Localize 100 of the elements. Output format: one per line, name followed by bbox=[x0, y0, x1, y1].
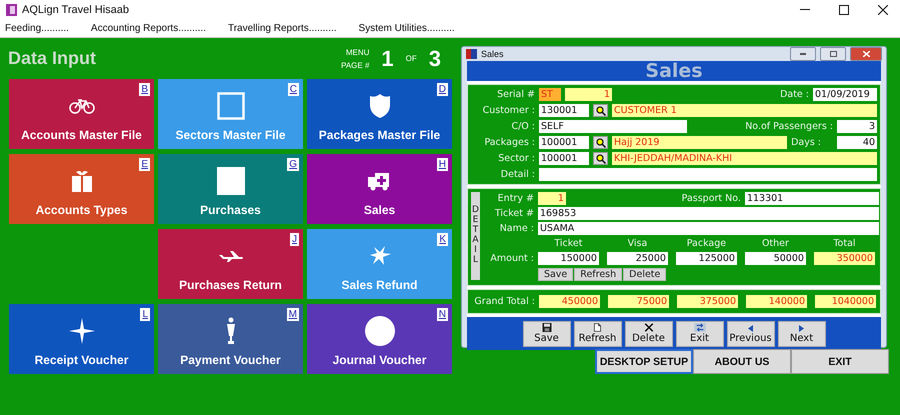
tile-label: Sales bbox=[364, 202, 396, 216]
input-field[interactable]: 40 bbox=[837, 136, 877, 149]
search-button[interactable] bbox=[593, 136, 608, 149]
menu-tile[interactable]: E Accounts Types bbox=[9, 154, 154, 224]
minimize-button[interactable] bbox=[790, 47, 816, 61]
page-label: PAGE # bbox=[341, 60, 370, 72]
toolbar-button[interactable]: Exit bbox=[676, 320, 724, 346]
tile-label: Journal Voucher bbox=[332, 352, 426, 366]
input-field[interactable]: 130001 bbox=[539, 104, 589, 117]
search-icon bbox=[596, 154, 606, 164]
form-heading: Sales bbox=[467, 61, 881, 81]
field-label: Date : bbox=[780, 89, 809, 100]
toolbar-button[interactable]: Refresh bbox=[574, 320, 622, 346]
column-header: Ticket bbox=[553, 238, 584, 249]
airplane-icon bbox=[218, 250, 244, 262]
menu-tile[interactable]: J Purchases Return bbox=[158, 229, 303, 299]
field-label: Customer : bbox=[482, 105, 535, 116]
field-label: C/O : bbox=[510, 121, 535, 132]
menu-tile[interactable]: L Receipt Voucher bbox=[9, 304, 154, 374]
field-label: No.of Passengers : bbox=[745, 121, 833, 132]
input-field[interactable]: 150000 bbox=[538, 252, 599, 265]
input-field[interactable]: 50000 bbox=[744, 252, 806, 265]
input-field[interactable]: 350000 bbox=[814, 252, 875, 265]
shortcut-key: H bbox=[436, 158, 448, 171]
shortcut-key: J bbox=[290, 233, 299, 246]
input-field[interactable]: 1 bbox=[565, 88, 612, 101]
column-header: Package bbox=[686, 238, 728, 249]
form-button[interactable]: Delete bbox=[623, 268, 666, 281]
action-button[interactable]: ABOUT US bbox=[693, 349, 791, 374]
menu-tile[interactable]: B Accounts Master File bbox=[9, 79, 154, 149]
input-field[interactable]: CUSTOMER 1 bbox=[612, 104, 877, 117]
form-button[interactable]: Refresh bbox=[574, 268, 622, 281]
arrows-icon bbox=[692, 322, 706, 332]
input-field[interactable]: 1 bbox=[538, 192, 566, 205]
input-field[interactable]: KHI-JEDDAH/MADINA-KHI bbox=[612, 152, 877, 165]
tile-label: Packages Master File bbox=[318, 128, 440, 142]
toolbar-button[interactable]: Save bbox=[522, 320, 570, 346]
menu-tile[interactable]: G Purchases bbox=[158, 154, 303, 224]
menu-tile[interactable]: K Sales Refund bbox=[307, 229, 452, 299]
menu-item[interactable]: Accounting Reports.......... bbox=[90, 22, 206, 34]
input-field[interactable]: 25000 bbox=[606, 252, 668, 265]
input-field[interactable]: 01/09/2019 bbox=[813, 88, 877, 101]
field-label: Packages : bbox=[483, 137, 535, 148]
section-title: Data Input bbox=[8, 48, 97, 69]
input-field[interactable]: 3 bbox=[837, 120, 877, 133]
left-triangle-icon bbox=[748, 324, 753, 332]
menu-item[interactable]: Travelling Reports.......... bbox=[228, 22, 337, 34]
form-button[interactable]: Save bbox=[538, 268, 574, 281]
restore-button[interactable] bbox=[820, 47, 846, 61]
field-label: Entry # bbox=[496, 193, 534, 204]
shield-icon bbox=[368, 92, 390, 118]
total-field: 1040000 bbox=[815, 295, 876, 308]
input-field[interactable]: 113301 bbox=[744, 192, 879, 205]
menu-tile[interactable]: H Sales bbox=[307, 154, 452, 224]
total-field: 375000 bbox=[677, 295, 738, 308]
square-outline-icon bbox=[216, 92, 244, 120]
shortcut-key: M bbox=[286, 308, 299, 321]
menu-tile[interactable]: C Sectors Master File bbox=[158, 79, 303, 149]
menu-item[interactable]: Feeding.......... bbox=[5, 22, 69, 34]
shortcut-key: D bbox=[436, 83, 448, 96]
menu-item[interactable]: System Utilities.......... bbox=[358, 22, 455, 34]
input-field[interactable] bbox=[539, 168, 877, 181]
total-field: 450000 bbox=[539, 295, 600, 308]
input-field[interactable]: 125000 bbox=[676, 252, 737, 265]
app-icon bbox=[6, 4, 17, 16]
search-button[interactable] bbox=[593, 152, 608, 165]
restore-icon bbox=[830, 51, 836, 57]
toolbar-button[interactable]: Delete bbox=[624, 320, 672, 346]
column-header: Visa bbox=[626, 238, 648, 249]
input-field[interactable]: Hajj 2019 bbox=[612, 136, 788, 149]
app-icon bbox=[466, 49, 477, 59]
action-button[interactable]: EXIT bbox=[791, 349, 889, 374]
menu-tile[interactable]: N Journal Voucher bbox=[307, 304, 452, 374]
action-button[interactable]: DESKTOP SETUP bbox=[595, 349, 693, 374]
menu-tile[interactable]: M Payment Voucher bbox=[158, 304, 303, 374]
search-button[interactable] bbox=[593, 104, 608, 117]
input-field[interactable]: 100001 bbox=[539, 136, 589, 149]
total-field: 140000 bbox=[746, 295, 807, 308]
minimize-icon bbox=[800, 53, 806, 55]
toolbar-button[interactable]: Previous bbox=[726, 320, 774, 346]
column-header: Total bbox=[832, 238, 857, 249]
input-field[interactable]: 169853 bbox=[538, 207, 879, 220]
shortcut-key: G bbox=[287, 158, 299, 171]
input-field[interactable]: USAMA bbox=[538, 222, 879, 235]
column-header: Other bbox=[760, 238, 790, 249]
field-label: Detail : bbox=[500, 169, 535, 180]
maximize-icon[interactable] bbox=[839, 4, 849, 14]
field-label: Days : bbox=[791, 137, 821, 148]
tile-label: Accounts Types bbox=[36, 202, 128, 216]
trophy-icon bbox=[226, 316, 236, 344]
bicycle-icon bbox=[68, 98, 94, 114]
close-icon[interactable] bbox=[878, 4, 888, 14]
input-field[interactable]: 100001 bbox=[539, 152, 589, 165]
field-label: Name : bbox=[498, 223, 534, 234]
input-field[interactable]: SELF bbox=[539, 120, 687, 133]
toolbar-button[interactable]: Next bbox=[778, 320, 826, 346]
menu-tile[interactable]: D Packages Master File bbox=[307, 79, 452, 149]
field-label: Ticket # bbox=[494, 208, 534, 219]
close-button[interactable] bbox=[850, 47, 882, 61]
shortcut-key: E bbox=[139, 158, 150, 171]
